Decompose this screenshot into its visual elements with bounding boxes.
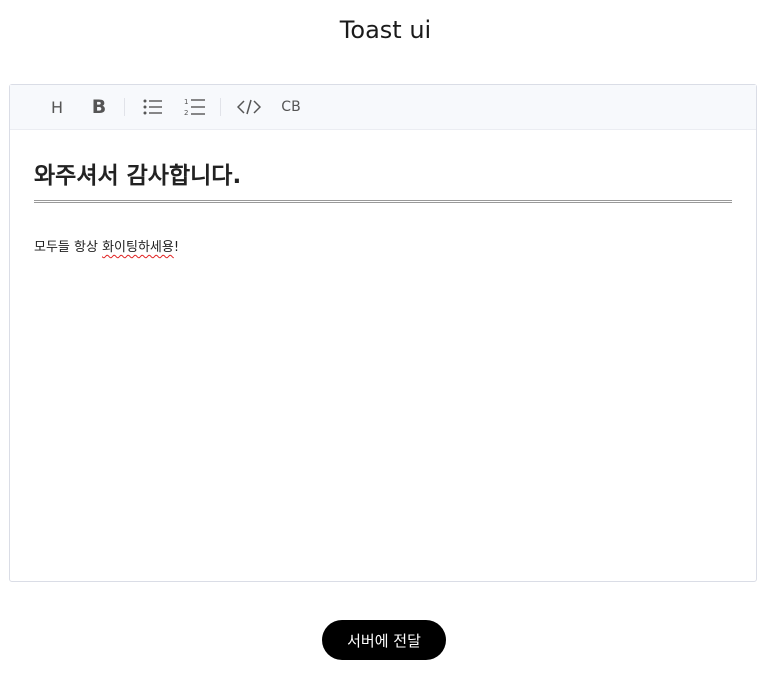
page-title: Toast ui [339, 16, 432, 44]
content-heading[interactable]: 와주셔서 감사합니다. [34, 160, 732, 203]
paragraph-text: 모두들 항상 [34, 240, 103, 255]
codeblock-button[interactable]: CB [278, 94, 304, 120]
svg-text:2: 2 [184, 109, 188, 117]
editor-toolbar: H B 1 2 CB [10, 85, 756, 130]
editor-content[interactable]: 와주셔서 감사합니다. 모두들 항상 화이팅하세용! [10, 160, 756, 255]
svg-text:1: 1 [184, 98, 188, 106]
markdown-editor: H B 1 2 CB 와주셔서 감사합니다. 모두들 항상 화이팅하세용! [9, 84, 757, 582]
code-button[interactable] [236, 94, 262, 120]
codeblock-icon: CB [281, 99, 301, 115]
ordered-list-icon: 1 2 [184, 98, 205, 117]
toolbar-divider [220, 98, 221, 116]
heading-icon: H [50, 97, 64, 117]
toolbar-divider [124, 98, 125, 116]
send-to-server-button[interactable]: 서버에 전달 [322, 620, 446, 660]
ordered-list-button[interactable]: 1 2 [182, 94, 208, 120]
code-icon [237, 99, 261, 115]
bold-icon: B [91, 96, 107, 118]
page: Toast ui H B 1 2 CB 와주셔서 감사합니다. 모두들 항상 화… [0, 0, 771, 684]
paragraph-end: ! [173, 240, 180, 255]
content-paragraph[interactable]: 모두들 항상 화이팅하세용! [34, 236, 732, 255]
bullet-list-button[interactable] [140, 94, 166, 120]
misspelled-word: 화이팅하세용 [102, 240, 174, 255]
bullet-list-icon [143, 99, 162, 115]
bold-button[interactable]: B [86, 94, 112, 120]
heading-button[interactable]: H [44, 94, 70, 120]
